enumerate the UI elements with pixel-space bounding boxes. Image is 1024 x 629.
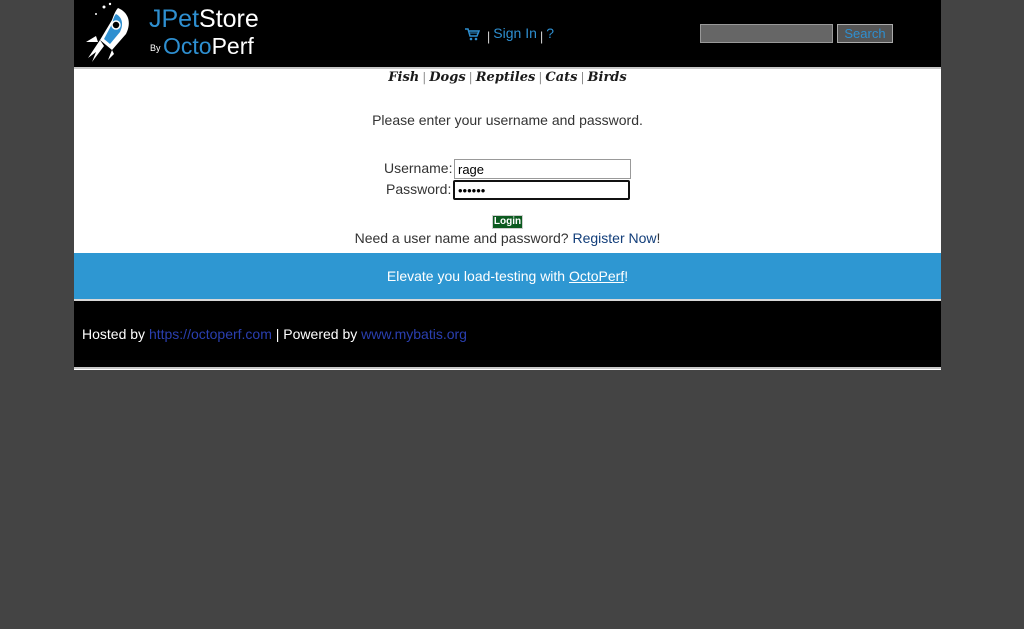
powered-link[interactable]: www.mybatis.org — [361, 326, 467, 342]
quick-links: Fish | Dogs | Reptiles | Cats | Birds — [74, 70, 941, 85]
quicklink-dogs[interactable]: Dogs — [429, 70, 465, 85]
quicklink-birds[interactable]: Birds — [588, 70, 627, 85]
quicklink-separator: | — [580, 70, 585, 84]
username-field[interactable] — [454, 159, 631, 179]
quicklink-cats[interactable]: Cats — [545, 70, 577, 85]
search-input[interactable] — [700, 24, 833, 43]
login-button[interactable]: Login — [492, 215, 523, 229]
banner-suffix: ! — [624, 268, 629, 284]
menu-separator: | — [539, 29, 544, 44]
search-button[interactable]: Search — [837, 24, 893, 43]
logo-title: JPetStore — [149, 5, 259, 34]
cart-icon — [465, 28, 480, 41]
jpetstore-logo[interactable]: JPetStore By OctoPerf — [82, 2, 262, 62]
quicklink-separator: | — [538, 70, 543, 84]
quicklink-reptiles[interactable]: Reptiles — [476, 70, 536, 85]
cart-link[interactable] — [464, 25, 484, 41]
powered-by-label: | Powered by — [275, 326, 358, 342]
promo-banner: Elevate you load-testing with OctoPerf! — [74, 253, 941, 301]
octoperf-link[interactable]: OctoPerf — [569, 268, 624, 284]
sign-in-link[interactable]: Sign In — [493, 25, 537, 41]
logo-jpet: JPet — [149, 5, 200, 33]
footer: Hosted by https://octoperf.com | Powered… — [74, 301, 941, 369]
logo-octo: Octo — [163, 33, 212, 59]
password-field[interactable] — [453, 180, 630, 200]
logo-by: By — [150, 43, 161, 53]
logo-store: Store — [199, 5, 259, 33]
logo-perf: Perf — [211, 33, 254, 59]
register-link[interactable]: Register Now — [573, 230, 657, 246]
header: JPetStore By OctoPerf | Sign In |? Search — [74, 0, 941, 69]
menu-separator: | — [486, 29, 491, 44]
register-suffix: ! — [656, 230, 661, 246]
header-menu: | Sign In |? — [464, 25, 554, 45]
login-prompt: Please enter your username and password. — [372, 112, 643, 128]
username-label: Username: — [384, 160, 453, 176]
hosted-link[interactable]: https://octoperf.com — [149, 326, 272, 342]
page-container: JPetStore By OctoPerf | Sign In |? Search … — [74, 0, 941, 370]
register-prompt-text: Need a user name and password? — [354, 230, 569, 246]
footer-text: Hosted by https://octoperf.com | Powered… — [82, 326, 467, 342]
password-label: Password: — [386, 181, 452, 197]
quicklink-fish[interactable]: Fish — [388, 70, 419, 85]
rocket-logo-icon — [86, 2, 129, 62]
register-prompt: Need a user name and password? Register … — [74, 230, 941, 246]
banner-text: Elevate you load-testing with — [386, 268, 566, 284]
quicklink-separator: | — [422, 70, 427, 84]
help-link[interactable]: ? — [546, 25, 554, 41]
quicklink-separator: | — [468, 70, 473, 84]
logo-subtitle: OctoPerf — [163, 33, 254, 60]
hosted-by-label: Hosted by — [82, 326, 146, 342]
